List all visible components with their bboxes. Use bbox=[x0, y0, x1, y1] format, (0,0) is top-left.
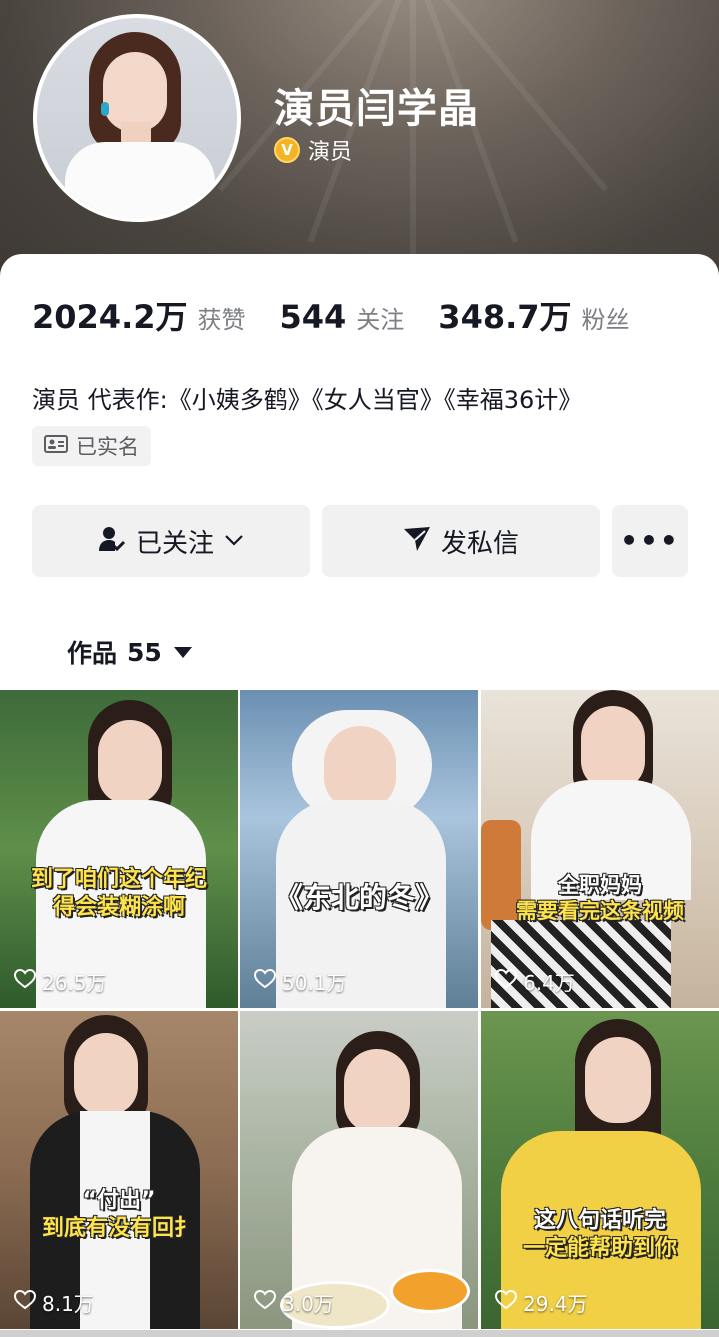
more-options-button[interactable]: ••• bbox=[612, 505, 688, 577]
avatar-earring bbox=[101, 102, 109, 116]
verification-row: V 演员 bbox=[274, 134, 352, 166]
heart-icon bbox=[253, 1289, 277, 1315]
video-caption: 《东北的冬》 bbox=[240, 880, 478, 915]
bio-text: 演员 代表作:《小姨多鹤》《女人当官》《幸福36计》 bbox=[32, 386, 583, 414]
stat-following[interactable]: 544 关注 bbox=[280, 298, 405, 336]
verified-badge-icon: V bbox=[274, 137, 300, 163]
caption-line: 到了咱们这个年纪 bbox=[30, 867, 207, 892]
stat-following-label: 关注 bbox=[356, 306, 405, 334]
avatar[interactable] bbox=[33, 14, 241, 222]
video-likes: 50.1万 bbox=[253, 967, 347, 996]
likes-count: 26.5万 bbox=[42, 971, 107, 995]
chevron-down-icon bbox=[224, 532, 244, 551]
person-face bbox=[581, 706, 645, 790]
likes-count: 50.1万 bbox=[282, 971, 347, 995]
followed-button-label: 已关注 bbox=[135, 528, 214, 559]
video-likes: 6.4万 bbox=[494, 967, 575, 996]
caption-line: 这八句话听完 bbox=[533, 1208, 666, 1233]
send-message-label: 发私信 bbox=[440, 528, 519, 559]
tab-works[interactable]: 作品 55 bbox=[67, 634, 192, 670]
video-caption: “付出” 到底有没有回扌 bbox=[0, 1187, 238, 1242]
stat-likes-label: 获赞 bbox=[197, 306, 246, 334]
stat-likes[interactable]: 2024.2万 获赞 bbox=[32, 292, 246, 338]
likes-count: 6.4万 bbox=[523, 971, 575, 995]
video-tile[interactable]: 这八句话听完 一定能帮助到你 29.4万 bbox=[481, 1011, 719, 1329]
caption-line: 全职妈妈 bbox=[558, 873, 642, 897]
food-plate bbox=[390, 1269, 470, 1313]
person-face bbox=[324, 726, 396, 810]
video-likes: 26.5万 bbox=[13, 967, 107, 996]
caption-line: 需要看完这条视频 bbox=[516, 899, 684, 924]
works-tab-label: 作品 bbox=[67, 639, 118, 668]
real-name-badge: 已实名 bbox=[32, 426, 151, 466]
heart-icon bbox=[13, 968, 37, 994]
caption-line: 得会装糊涂啊 bbox=[52, 894, 185, 920]
caption-line: 《东北的冬》 bbox=[274, 881, 443, 914]
stat-followers-label: 粉丝 bbox=[581, 306, 630, 334]
person-face bbox=[74, 1033, 138, 1115]
heart-icon bbox=[494, 1289, 518, 1315]
send-message-button[interactable]: 发私信 bbox=[322, 505, 600, 577]
stat-following-value: 544 bbox=[279, 298, 347, 336]
video-caption: 到了咱们这个年纪 得会装糊涂啊 bbox=[0, 866, 238, 921]
caption-line: 一定能帮助到你 bbox=[522, 1235, 677, 1261]
video-likes: 8.1万 bbox=[13, 1288, 94, 1317]
paper-plane-icon bbox=[403, 526, 431, 556]
next-row-peek bbox=[0, 1330, 719, 1337]
video-tile[interactable]: 《东北的冬》 50.1万 bbox=[240, 690, 478, 1008]
caption-line: 到底有没有回扌 bbox=[41, 1215, 196, 1241]
avatar-shirt bbox=[65, 142, 215, 218]
heart-icon bbox=[494, 968, 518, 994]
video-caption: 全职妈妈 需要看完这条视频 bbox=[481, 872, 719, 925]
verification-text: 演员 bbox=[308, 140, 353, 165]
caption-line: “付出” bbox=[82, 1188, 156, 1213]
video-tile[interactable]: 全职妈妈 需要看完这条视频 6.4万 bbox=[481, 690, 719, 1008]
person-face bbox=[585, 1037, 651, 1123]
person-face bbox=[344, 1049, 410, 1133]
caret-down-icon bbox=[173, 646, 192, 658]
avatar-face bbox=[103, 52, 167, 132]
more-dots-icon: ••• bbox=[620, 524, 680, 557]
likes-count: 8.1万 bbox=[42, 1292, 94, 1316]
works-count: 55 bbox=[127, 637, 162, 667]
video-likes: 3.0万 bbox=[253, 1288, 334, 1317]
stat-likes-value: 2024.2万 bbox=[32, 298, 188, 336]
user-check-icon bbox=[98, 525, 126, 557]
stat-followers[interactable]: 348.7万 粉丝 bbox=[438, 292, 629, 338]
real-name-text: 已实名 bbox=[76, 435, 139, 459]
video-tile[interactable]: 到了咱们这个年纪 得会装糊涂啊 26.5万 bbox=[0, 690, 238, 1008]
video-likes: 29.4万 bbox=[494, 1288, 588, 1317]
id-card-icon bbox=[44, 435, 68, 457]
likes-count: 29.4万 bbox=[523, 1292, 588, 1316]
likes-count: 3.0万 bbox=[282, 1292, 334, 1316]
video-caption: 这八句话听完 一定能帮助到你 bbox=[481, 1207, 719, 1262]
video-tile[interactable]: “付出” 到底有没有回扌 8.1万 bbox=[0, 1011, 238, 1329]
heart-icon bbox=[253, 968, 277, 994]
stat-followers-value: 348.7万 bbox=[438, 298, 572, 336]
video-tile[interactable]: 3.0万 bbox=[240, 1011, 478, 1329]
heart-icon bbox=[13, 1289, 37, 1315]
person-face bbox=[98, 720, 162, 804]
stats-row: 2024.2万 获赞 544 关注 348.7万 粉丝 bbox=[32, 292, 664, 338]
followed-button[interactable]: 已关注 bbox=[32, 505, 310, 577]
profile-name: 演员闫学晶 bbox=[274, 86, 479, 132]
